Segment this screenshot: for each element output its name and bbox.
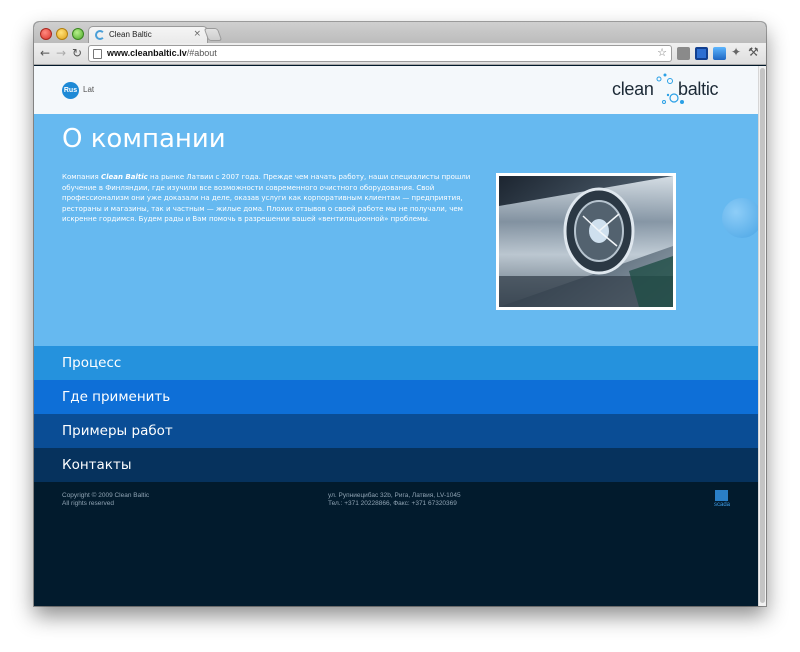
- rights-text: All rights reserved: [62, 500, 115, 507]
- copyright-text: Copyright © 2009 Clean Baltic: [62, 492, 150, 499]
- site-header: Rus Lat clean baltic: [34, 66, 758, 114]
- site-footer: Copyright © 2009 Clean Baltic All rights…: [34, 482, 758, 606]
- lang-rus-button[interactable]: Rus: [62, 82, 79, 99]
- extension-icon[interactable]: [677, 47, 690, 60]
- about-paragraph: Компания Clean Baltic на рынке Латвии с …: [62, 172, 488, 225]
- address-bar[interactable]: www.cleanbaltic.lv/#about ☆: [88, 45, 672, 62]
- copyright-block: Copyright © 2009 Clean Baltic All rights…: [62, 492, 149, 508]
- about-section: О компании Компания Clean Baltic на рынк…: [34, 114, 758, 346]
- browser-tab[interactable]: Clean Baltic ×: [88, 26, 208, 44]
- menu-item-contacts[interactable]: Контакты: [34, 448, 758, 482]
- extension-icon[interactable]: [695, 47, 708, 60]
- back-icon[interactable]: ←: [40, 47, 50, 60]
- address-text: ул. Рупниецибас 32b, Рига, Латвия, LV-10…: [328, 492, 461, 499]
- lang-lat-link[interactable]: Lat: [83, 85, 94, 94]
- star-icon[interactable]: ☆: [657, 46, 667, 60]
- wrench-icon[interactable]: ⚒: [748, 46, 759, 59]
- duct-cleaning-image: [499, 176, 673, 307]
- puzzle-icon[interactable]: ✦: [731, 46, 741, 59]
- scrollbar-thumb[interactable]: [760, 68, 765, 603]
- reload-icon[interactable]: ↻: [72, 47, 82, 60]
- page-viewport: Rus Lat clean baltic О компании Компания…: [34, 66, 758, 606]
- bubbles-logo-icon: [656, 73, 684, 104]
- menu-item-process[interactable]: Процесс: [34, 346, 758, 380]
- clean-baltic-logo[interactable]: clean baltic: [612, 72, 732, 108]
- minimize-window-button[interactable]: [56, 28, 68, 40]
- tab-title: Clean Baltic: [109, 30, 152, 39]
- about-text-prefix: Компания: [62, 173, 101, 181]
- phone-text: Тел.: +371 20228866, Факс: +371 67320369: [328, 500, 457, 507]
- about-brand: Clean Baltic: [100, 173, 148, 181]
- tab-strip: Clean Baltic ×: [34, 22, 766, 44]
- forward-icon[interactable]: →: [56, 47, 66, 60]
- decorative-bubble: [722, 198, 758, 238]
- close-window-button[interactable]: [40, 28, 52, 40]
- extension-icon[interactable]: [713, 47, 726, 60]
- url-text: www.cleanbaltic.lv/#about: [107, 48, 217, 58]
- scada-link[interactable]: scada: [714, 490, 731, 512]
- page-title: О компании: [62, 124, 226, 154]
- scada-label: scada: [714, 502, 731, 508]
- menu-item-work-examples[interactable]: Примеры работ: [34, 414, 758, 448]
- scada-logo-icon: [715, 490, 728, 501]
- vertical-scrollbar[interactable]: [758, 66, 766, 606]
- tab-close-icon[interactable]: ×: [193, 29, 201, 39]
- url-path: /#about: [186, 48, 217, 58]
- loading-favicon-icon: [95, 30, 105, 40]
- duct-photo: [496, 173, 676, 310]
- menu-item-where-to-apply[interactable]: Где применить: [34, 380, 758, 414]
- browser-toolbar: ← → ↻ www.cleanbaltic.lv/#about ☆ ✦ ⚒: [34, 43, 766, 65]
- zoom-window-button[interactable]: [72, 28, 84, 40]
- page-icon: [93, 49, 102, 59]
- url-host: www.cleanbaltic.lv: [107, 48, 187, 58]
- browser-window: Clean Baltic × ← → ↻ www.cleanbaltic.lv/…: [34, 22, 766, 606]
- address-block: ул. Рупниецибас 32b, Рига, Латвия, LV-10…: [328, 492, 461, 508]
